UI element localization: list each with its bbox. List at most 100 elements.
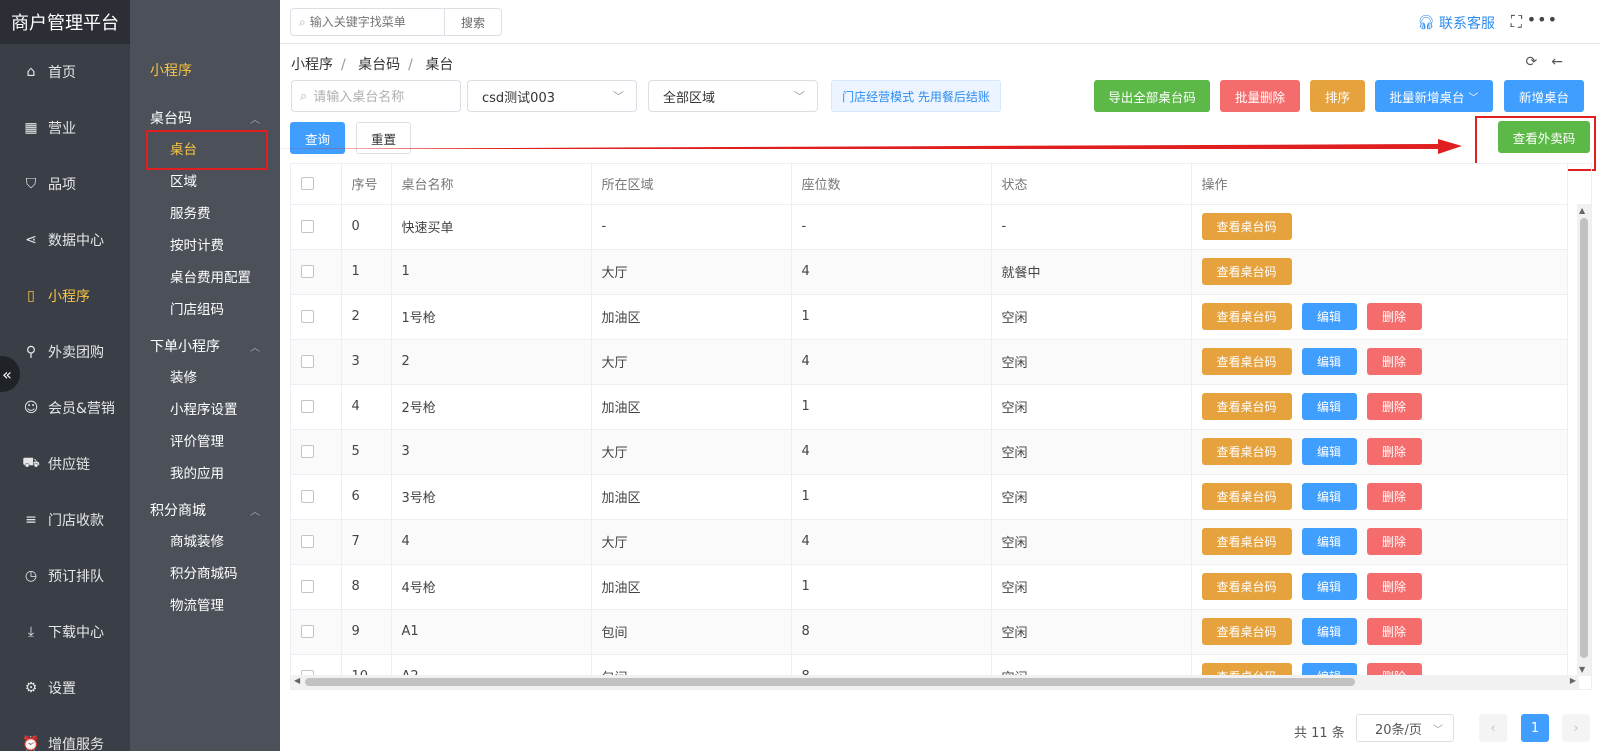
prev-page-icon[interactable]: ‹ (1479, 714, 1507, 742)
breadcrumb-item[interactable]: 小程序 (291, 57, 333, 73)
batch-add-button[interactable]: 批量新增桌台 ﹀ (1375, 80, 1493, 112)
subnav-item[interactable]: 积分商城码 (130, 558, 280, 590)
back-arrow-icon[interactable]: ← (1551, 54, 1563, 70)
support-link[interactable]: 🎧︎ 联系客服 (1417, 13, 1495, 33)
vertical-scrollbar[interactable]: ▲ ▼ (1577, 204, 1591, 676)
subnav-item[interactable]: 桌台费用配置 (130, 262, 280, 294)
nav-item[interactable]: ⌂ 首页 (0, 44, 130, 100)
menu-search-button[interactable]: 搜索 (444, 8, 502, 36)
subnav-group[interactable]: 下单小程序 ︿ (130, 330, 280, 362)
row-checkbox[interactable] (301, 490, 314, 503)
scroll-left-icon[interactable]: ◀ (294, 676, 300, 685)
scroll-up-icon[interactable]: ▲ (1579, 206, 1585, 215)
row-checkbox[interactable] (301, 310, 314, 323)
view-table-code-button[interactable]: 查看桌台码 (1201, 618, 1292, 645)
view-table-code-button[interactable]: 查看桌台码 (1201, 573, 1292, 600)
row-checkbox-cell[interactable] (291, 519, 342, 565)
subnav-item[interactable]: 区域 (130, 166, 280, 198)
row-checkbox[interactable] (301, 580, 314, 593)
view-table-code-button[interactable]: 查看桌台码 (1201, 528, 1292, 555)
subnav-item[interactable]: 服务费 (130, 198, 280, 230)
nav-item[interactable]: ⤓ 下载中心 (0, 604, 130, 660)
edit-button[interactable]: 编辑 (1301, 348, 1357, 375)
delete-button[interactable]: 删除 (1366, 303, 1422, 330)
scroll-right-icon[interactable]: ▶ (1570, 676, 1576, 685)
nav-item[interactable]: ⋖ 数据中心 (0, 212, 130, 268)
row-checkbox[interactable] (301, 445, 314, 458)
table-name-input[interactable] (313, 88, 444, 104)
area-select[interactable]: 全部区域 ﹀ (648, 80, 818, 112)
subnav-item[interactable]: 物流管理 (130, 590, 280, 622)
delete-button[interactable]: 删除 (1366, 393, 1422, 420)
scrollbar-thumb[interactable] (1580, 218, 1588, 658)
nav-item[interactable]: ▦ 营业 (0, 100, 130, 156)
row-checkbox[interactable] (301, 220, 314, 233)
select-all-checkbox-cell[interactable] (291, 164, 342, 205)
subnav-item[interactable]: 我的应用 (130, 458, 280, 490)
row-checkbox-cell[interactable] (291, 474, 342, 520)
page-size-select[interactable]: 20条/页 ﹀ (1356, 714, 1454, 742)
store-select[interactable]: csd测试003 ﹀ (467, 80, 637, 112)
edit-button[interactable]: 编辑 (1301, 618, 1357, 645)
view-table-code-button[interactable]: 查看桌台码 (1201, 483, 1292, 510)
horizontal-scrollbar[interactable]: ◀ ▶ (291, 675, 1579, 689)
row-checkbox[interactable] (301, 265, 314, 278)
nav-item[interactable]: ≡ 门店收款 (0, 492, 130, 548)
subnav-item[interactable]: 按时计费 (130, 230, 280, 262)
next-page-icon[interactable]: › (1562, 714, 1590, 742)
scrollbar-thumb[interactable] (305, 678, 1355, 686)
scroll-down-icon[interactable]: ▼ (1579, 665, 1585, 674)
edit-button[interactable]: 编辑 (1301, 393, 1357, 420)
sort-button[interactable]: 排序 (1310, 80, 1365, 112)
subnav-item[interactable]: 评价管理 (130, 426, 280, 458)
select-all-checkbox[interactable] (301, 177, 314, 191)
view-table-code-button[interactable]: 查看桌台码 (1201, 438, 1292, 465)
row-checkbox[interactable] (301, 625, 314, 638)
edit-button[interactable]: 编辑 (1301, 483, 1357, 510)
row-checkbox-cell[interactable] (291, 609, 342, 655)
subnav-item[interactable]: 商城装修 (130, 526, 280, 558)
batch-delete-button[interactable]: 批量删除 (1220, 80, 1300, 112)
subnav-item[interactable]: 小程序设置 (130, 394, 280, 426)
row-checkbox[interactable] (301, 535, 314, 548)
row-checkbox-cell[interactable] (291, 429, 342, 475)
view-table-code-button[interactable]: 查看桌台码 (1201, 393, 1292, 420)
table-name-filter[interactable]: ⌕ (291, 80, 461, 112)
nav-item[interactable]: ▯ 小程序 (0, 268, 130, 324)
row-checkbox-cell[interactable] (291, 339, 342, 385)
row-checkbox-cell[interactable] (291, 249, 342, 295)
row-checkbox[interactable] (301, 400, 314, 413)
delete-button[interactable]: 删除 (1366, 618, 1422, 645)
breadcrumb-item[interactable]: 桌台码 (358, 57, 400, 73)
row-checkbox[interactable] (301, 355, 314, 368)
fullscreen-icon[interactable]: ⛶ (1511, 12, 1522, 32)
delete-button[interactable]: 删除 (1366, 573, 1422, 600)
view-table-code-button[interactable]: 查看桌台码 (1201, 303, 1292, 330)
subnav-item[interactable]: 门店组码 (130, 294, 280, 326)
export-all-button[interactable]: 导出全部桌台码 (1094, 80, 1210, 112)
current-page-button[interactable]: 1 (1521, 714, 1549, 742)
delete-button[interactable]: 删除 (1366, 483, 1422, 510)
refresh-icon[interactable]: ⟳ (1526, 54, 1538, 70)
edit-button[interactable]: 编辑 (1301, 303, 1357, 330)
row-checkbox-cell[interactable] (291, 564, 342, 610)
more-icon[interactable]: ••• (1527, 10, 1558, 29)
menu-search-input[interactable] (309, 15, 435, 29)
edit-button[interactable]: 编辑 (1301, 573, 1357, 600)
delete-button[interactable]: 删除 (1366, 438, 1422, 465)
view-table-code-button[interactable]: 查看桌台码 (1201, 258, 1292, 285)
row-checkbox-cell[interactable] (291, 294, 342, 340)
subnav-group[interactable]: 积分商城 ︿ (130, 494, 280, 526)
subnav-item[interactable]: 装修 (130, 362, 280, 394)
view-table-code-button[interactable]: 查看桌台码 (1201, 348, 1292, 375)
row-checkbox-cell[interactable] (291, 384, 342, 430)
delete-button[interactable]: 删除 (1366, 348, 1422, 375)
nav-item[interactable]: ☺ 会员&营销 (0, 380, 130, 436)
nav-item[interactable]: ⛉ 品项 (0, 156, 130, 212)
add-table-button[interactable]: 新增桌台 (1504, 80, 1584, 112)
edit-button[interactable]: 编辑 (1301, 528, 1357, 555)
edit-button[interactable]: 编辑 (1301, 438, 1357, 465)
row-checkbox-cell[interactable] (291, 204, 342, 250)
view-takeout-code-button[interactable]: 查看外卖码 (1498, 121, 1590, 153)
nav-item[interactable]: ⛟ 供应链 (0, 436, 130, 492)
